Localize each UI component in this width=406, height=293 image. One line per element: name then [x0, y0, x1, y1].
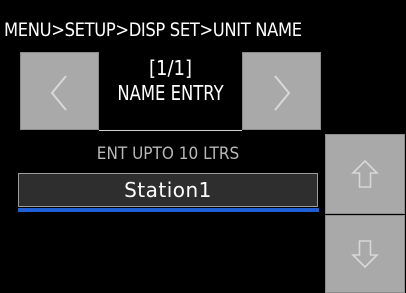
scroll-up-button[interactable]	[325, 134, 405, 214]
chevron-left-icon	[50, 75, 67, 111]
unit-name-value[interactable]: Station1	[19, 174, 317, 206]
scroll-down-button[interactable]	[325, 215, 405, 293]
arrow-down-icon	[351, 240, 379, 269]
input-focus-underline	[18, 208, 319, 212]
breadcrumb: MENU>SETUP>DISP SET>UNIT NAME	[4, 19, 302, 41]
chevron-right-icon	[274, 75, 291, 111]
next-page-button[interactable]	[242, 52, 321, 130]
entry-hint: ENT UPTO 10 LTRS	[96, 144, 240, 164]
prev-page-button[interactable]	[20, 52, 99, 130]
page-info: [1/1] NAME ENTRY	[99, 52, 242, 131]
arrow-up-icon	[351, 159, 379, 188]
page-indicator: [1/1]	[148, 56, 193, 80]
page-title: NAME ENTRY	[117, 81, 224, 105]
unit-name-field[interactable]: Station1	[18, 173, 318, 207]
